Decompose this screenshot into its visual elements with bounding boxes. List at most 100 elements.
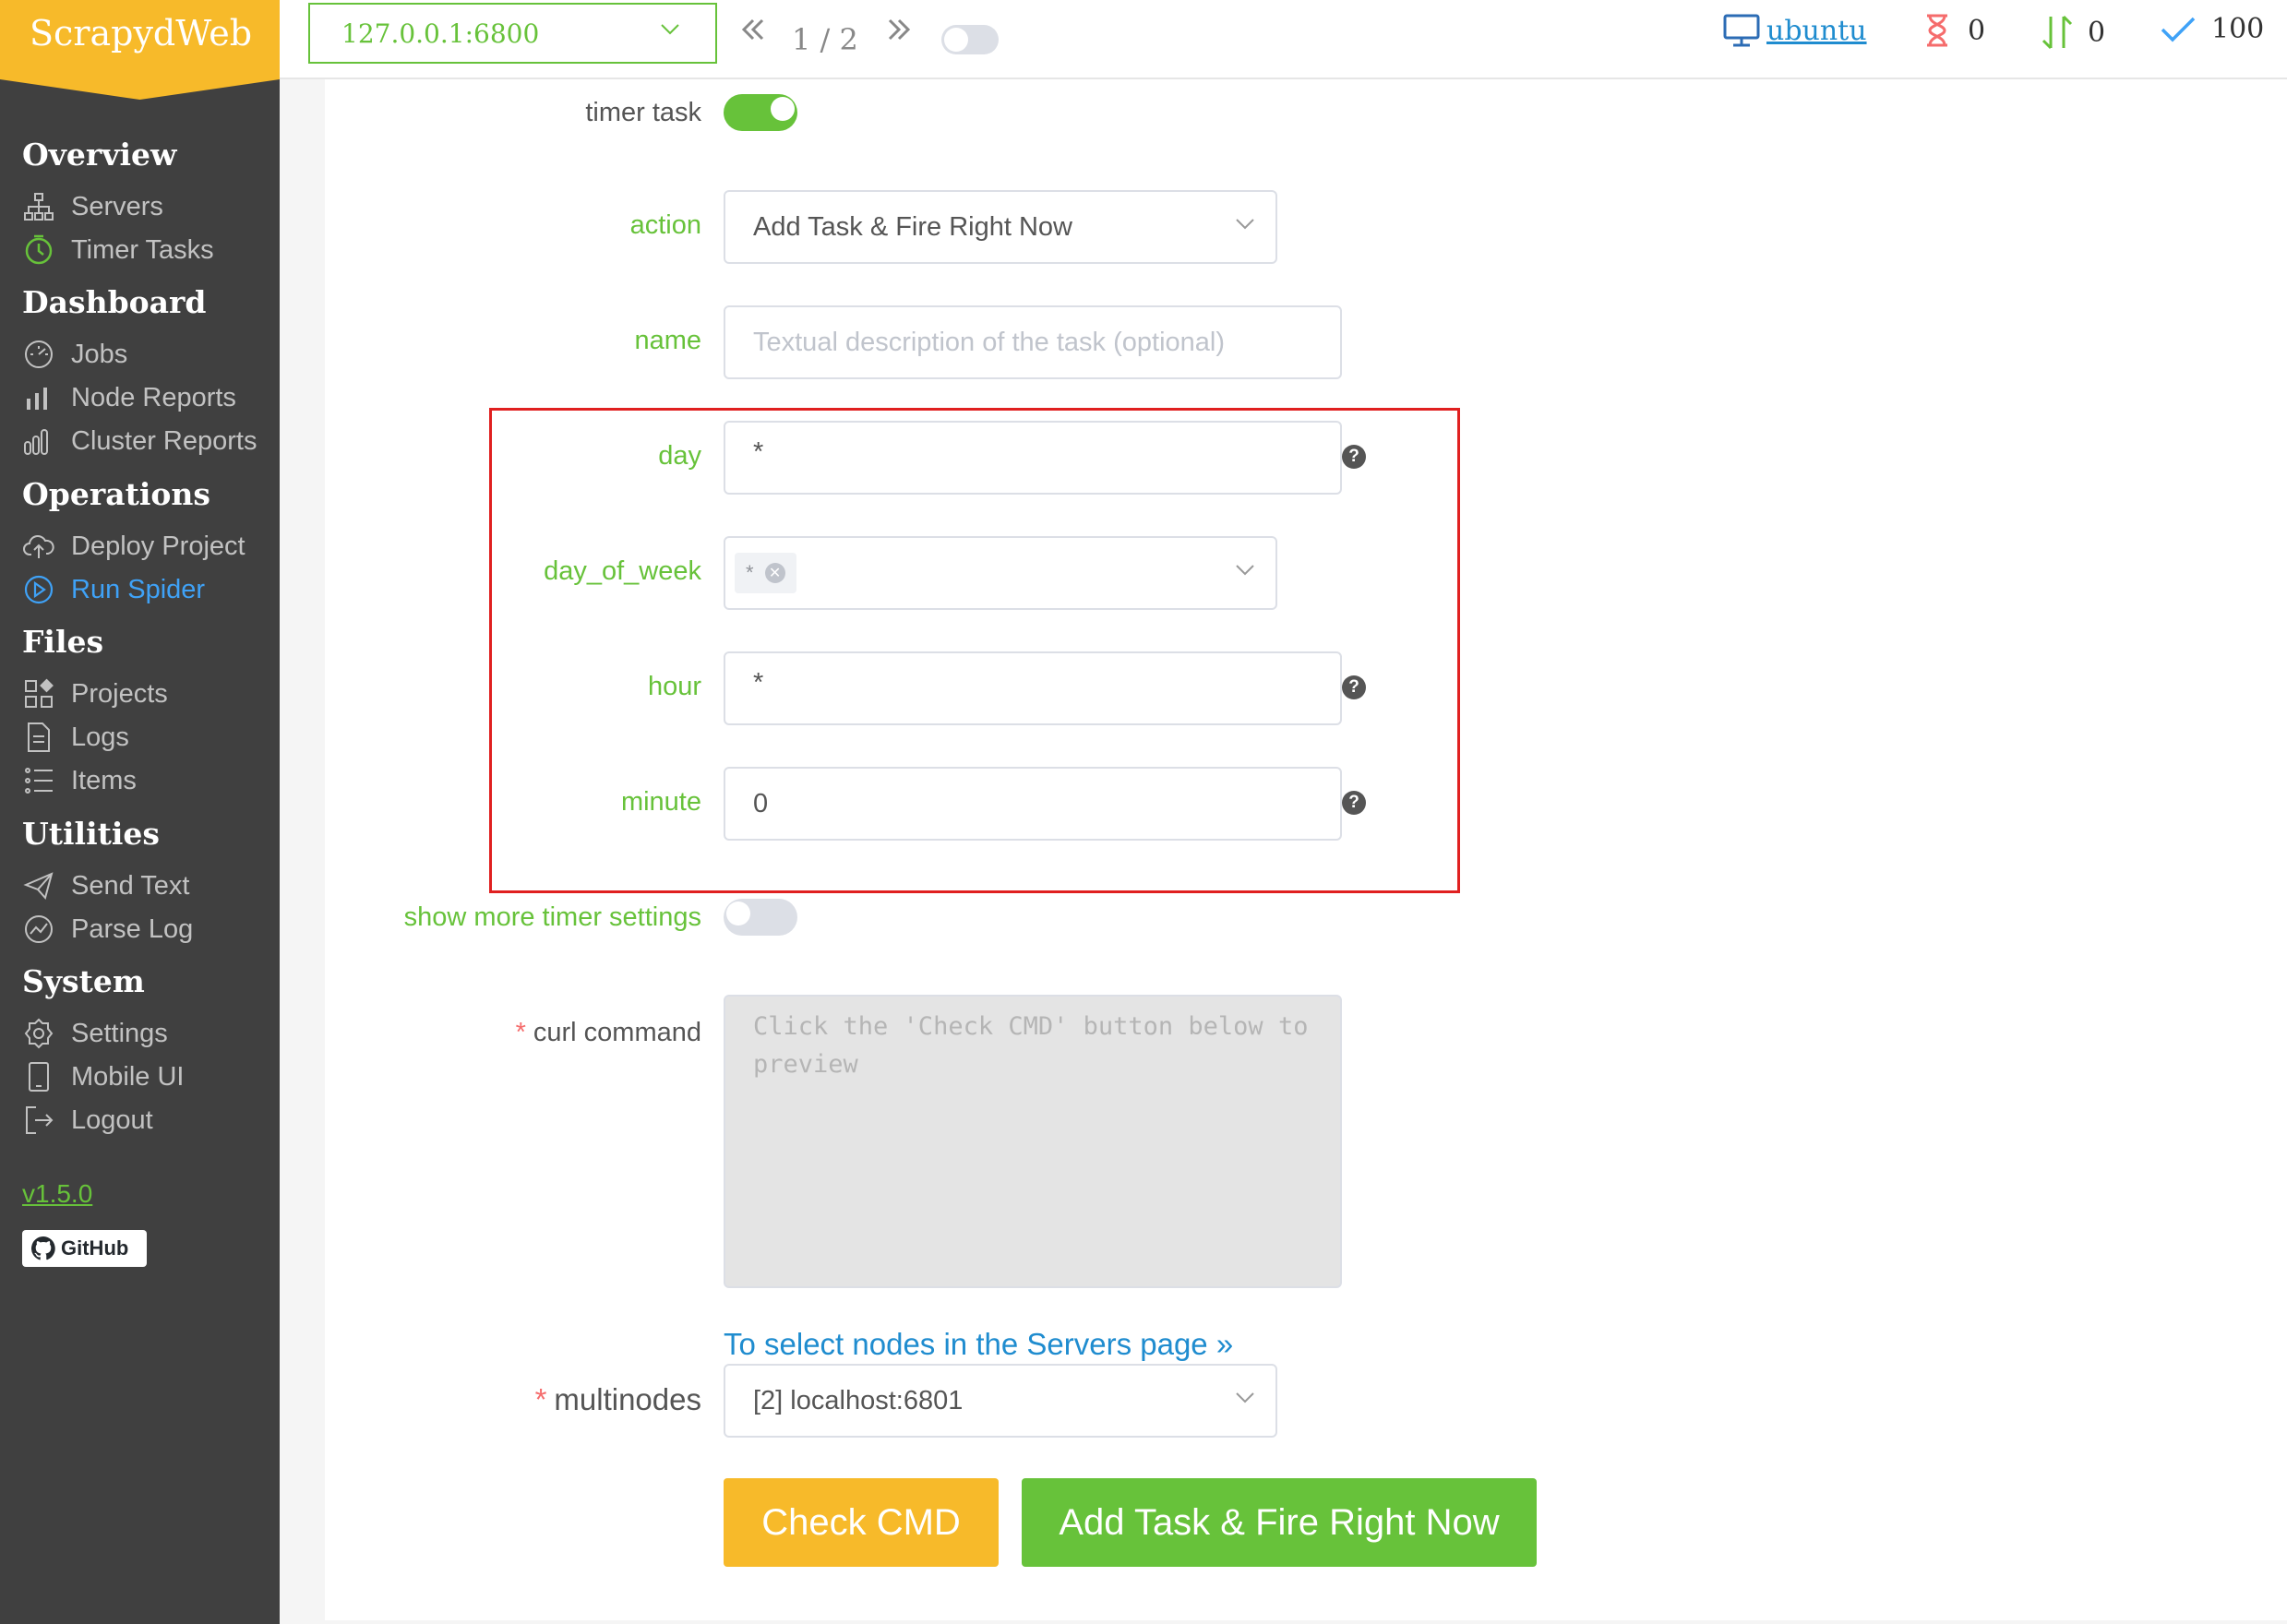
action-label: action [629,210,701,240]
sidebar-item-send-text[interactable]: Send Text [22,866,189,906]
running-count-value: 0 [2088,16,2106,49]
bar-chart-rounded-icon [22,424,55,458]
name-label: name [634,326,701,355]
cloud-upload-icon [22,530,55,563]
show-more-timer-settings-label: show more timer settings [403,902,701,932]
sidebar-item-run-spider[interactable]: Run Spider [22,569,205,610]
multi-server-toggle[interactable] [941,25,999,54]
double-chevron-right-icon [888,18,911,41]
monitor-icon [1723,14,1760,47]
sidebar-item-servers[interactable]: Servers [22,186,163,227]
sidebar-item-deploy-project[interactable]: Deploy Project [22,526,245,567]
sidebar-item-label: Run Spider [71,574,206,604]
sidebar-item-items[interactable]: Items [22,760,137,801]
logo[interactable]: ScrapydWeb [0,0,280,100]
next-server-button[interactable] [884,15,914,52]
multinodes-label: * multinodes [535,1382,701,1417]
sidebar-item-label: Logs [71,722,129,752]
chevron-down-icon [661,24,679,35]
required-marker: * [515,1018,526,1047]
sitemap-icon [22,190,55,223]
sidebar-item-label: Cluster Reports [71,425,257,456]
sidebar-item-label: Projects [71,678,168,709]
hourglass-icon [1927,14,1947,47]
section-dashboard: Dashboard [22,284,207,320]
sidebar-item-label: Deploy Project [71,531,245,561]
curl-command-textarea[interactable]: Click the 'Check CMD' button below to pr… [724,995,1342,1288]
github-button[interactable]: GitHub [22,1230,147,1267]
server-select-value: 127.0.0.1:6800 [341,18,540,49]
sidebar-item-label: Send Text [71,870,190,901]
paper-plane-icon [22,869,55,902]
speedometer-icon [22,338,55,371]
sidebar-item-label: Logout [71,1105,153,1135]
sidebar-item-projects[interactable]: Projects [22,674,168,714]
sidebar-item-label: Settings [71,1018,168,1048]
pending-count[interactable]: 0 [1923,13,1985,48]
user-link[interactable]: ubuntu [1722,13,1867,48]
sidebar-item-cluster-reports[interactable]: Cluster Reports [22,421,257,461]
gear-icon [22,1017,55,1050]
sort-arrows-icon [2042,15,2073,50]
section-operations: Operations [22,476,210,512]
multinodes-select[interactable]: [2] localhost:6801 [724,1364,1277,1438]
timer-task-label: timer task [585,98,701,127]
curl-command-label-text: curl command [533,1018,701,1047]
chevron-down-icon [1236,1392,1254,1403]
sidebar-item-label: Node Reports [71,382,236,412]
list-icon [22,764,55,797]
logout-icon [22,1104,55,1137]
section-system: System [22,963,145,999]
sidebar-item-settings[interactable]: Settings [22,1013,168,1054]
section-files: Files [22,624,104,660]
add-task-fire-button[interactable]: Add Task & Fire Right Now [1022,1478,1537,1567]
check-icon [2161,17,2196,42]
chevron-down-icon [1236,219,1254,230]
sidebar-item-node-reports[interactable]: Node Reports [22,377,236,418]
sidebar-item-label: Items [71,765,137,795]
sidebar-item-logout[interactable]: Logout [22,1100,153,1140]
logo-text: ScrapydWeb [30,13,253,54]
bar-chart-icon [22,381,55,414]
chart-circle-icon [22,913,55,946]
server-page-indicator: 1 / 2 [792,22,858,57]
sidebar-item-logs[interactable]: Logs [22,717,129,758]
github-label: GitHub [61,1236,129,1260]
sidebar-item-timer-tasks[interactable]: Timer Tasks [22,230,214,270]
curl-command-label: * curl command [516,1018,701,1048]
multinodes-label-text: multinodes [554,1382,701,1416]
sidebar-item-label: Jobs [71,339,128,369]
check-cmd-button[interactable]: Check CMD [724,1478,999,1567]
multinodes-select-value: [2] localhost:6801 [753,1385,964,1415]
action-select-value: Add Task & Fire Right Now [753,211,1072,242]
server-select[interactable]: 127.0.0.1:6800 [308,3,717,64]
action-select[interactable]: Add Task & Fire Right Now [724,190,1277,264]
sidebar-item-parse-log[interactable]: Parse Log [22,909,193,949]
timer-settings-highlight [489,408,1460,893]
document-icon [22,721,55,754]
sidebar: ScrapydWeb Overview Servers Timer Tasks … [0,0,280,1624]
timer-task-toggle[interactable] [724,94,797,131]
pending-count-value: 0 [1968,14,1986,47]
required-marker: * [534,1382,547,1416]
sidebar-item-jobs[interactable]: Jobs [22,334,127,375]
mobile-icon [22,1060,55,1093]
play-circle-icon [22,573,55,606]
running-count[interactable]: 0 [2040,13,2105,52]
clock-icon [22,233,55,267]
section-utilities: Utilities [22,816,160,852]
github-icon [31,1236,55,1260]
grid-icon [22,677,55,710]
name-input[interactable]: Textual description of the task (optiona… [724,305,1342,379]
sidebar-item-mobile-ui[interactable]: Mobile UI [22,1057,185,1097]
section-overview: Overview [22,137,177,173]
sidebar-item-label: Timer Tasks [71,234,214,265]
finished-count[interactable]: 100 [2160,13,2264,45]
sidebar-item-label: Mobile UI [71,1061,185,1092]
prev-server-button[interactable] [738,15,768,52]
select-nodes-link[interactable]: To select nodes in the Servers page » [724,1327,1233,1362]
show-more-timer-settings-toggle[interactable] [724,899,797,936]
sidebar-item-label: Parse Log [71,914,194,944]
sidebar-item-label: Servers [71,191,163,221]
version-link[interactable]: v1.5.0 [22,1179,92,1209]
